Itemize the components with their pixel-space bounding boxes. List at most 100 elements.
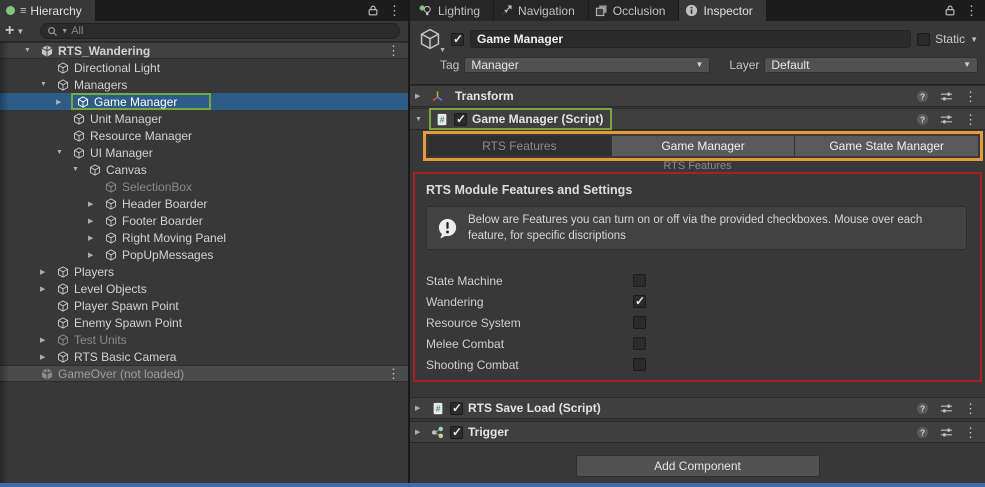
tab-lighting[interactable]: Lighting — [410, 0, 495, 21]
feature-label: Wandering — [426, 294, 484, 309]
hierarchy-row[interactable]: ▶ Test Units — [0, 331, 408, 348]
hierarchy-search[interactable]: ▼ — [40, 23, 400, 39]
component-transform[interactable]: ▶ Transform ? ⋮ — [410, 85, 985, 107]
expand-arrow-icon[interactable]: ▶ — [88, 200, 103, 208]
expand-arrow-icon[interactable]: ▶ — [88, 251, 103, 259]
expand-arrow-icon[interactable]: ▶ — [88, 234, 103, 242]
kebab-menu-icon[interactable]: ⋮ — [965, 4, 978, 17]
feature-checkbox[interactable] — [633, 316, 646, 329]
chevron-down-icon: ▼ — [695, 60, 704, 69]
hierarchy-row[interactable]: ▶ Level Objects — [0, 280, 408, 297]
chevron-down-icon: ▼ — [963, 60, 971, 69]
static-checkbox[interactable] — [917, 32, 931, 46]
kebab-menu-icon[interactable]: ⋮ — [964, 402, 977, 415]
help-icon[interactable]: ? — [916, 426, 929, 439]
hierarchy-row[interactable]: Resource Manager — [0, 127, 408, 144]
expand-arrow-icon[interactable]: ▶ — [415, 428, 429, 436]
section-title: RTS Module Features and Settings — [426, 183, 633, 197]
hierarchy-row[interactable]: ▶ PopUpMessages — [0, 246, 408, 263]
kebab-menu-icon[interactable]: ⋮ — [387, 367, 408, 380]
lock-icon[interactable] — [944, 4, 956, 17]
tab-navigation[interactable]: Navigation — [494, 0, 589, 21]
feature-checkbox[interactable] — [633, 274, 646, 287]
tag-dropdown[interactable]: Manager ▼ — [464, 56, 711, 73]
component-game-manager-script[interactable]: ▼ # Game Manager (Script) ? ⋮ — [410, 108, 985, 130]
hierarchy-row[interactable]: ▼ Managers — [0, 76, 408, 93]
hierarchy-row[interactable]: Player Spawn Point — [0, 297, 408, 314]
kebab-menu-icon[interactable]: ⋮ — [964, 426, 977, 439]
feature-checkbox[interactable] — [633, 337, 646, 350]
expand-arrow-icon[interactable]: ▶ — [415, 404, 429, 412]
component-enabled-checkbox[interactable] — [450, 401, 463, 415]
row-content: UI Manager — [71, 144, 153, 161]
inspector-tab-bar: Lighting Navigation Occlusion Inspector … — [410, 0, 985, 21]
create-object-button[interactable]: + ▼ — [5, 23, 24, 39]
row-content: GameOver (not loaded) — [39, 365, 184, 382]
script-tab[interactable]: Game Manager — [611, 136, 796, 156]
help-icon[interactable]: ? — [916, 402, 929, 415]
hierarchy-row[interactable]: ▶ Footer Boarder — [0, 212, 408, 229]
presets-icon[interactable] — [940, 113, 953, 126]
row-content: Game Manager — [71, 93, 212, 110]
expand-arrow-icon[interactable]: ▶ — [40, 268, 55, 276]
component-enabled-checkbox[interactable] — [450, 425, 463, 439]
expand-arrow-icon[interactable]: ▼ — [40, 81, 55, 88]
feature-checkbox[interactable] — [633, 294, 646, 308]
row-content: SelectionBox — [103, 178, 192, 195]
expand-arrow-icon[interactable]: ▼ — [415, 116, 429, 123]
search-input[interactable] — [71, 25, 393, 37]
object-name-input[interactable] — [470, 30, 912, 48]
search-icon — [48, 26, 58, 36]
presets-icon[interactable] — [940, 90, 953, 103]
expand-arrow-icon[interactable]: ▼ — [56, 149, 71, 156]
tab-occlusion[interactable]: Occlusion — [588, 0, 680, 21]
layer-dropdown[interactable]: Default ▼ — [764, 56, 978, 73]
gameobject-icon-button[interactable]: ▼ — [417, 26, 446, 54]
script-tab[interactable]: RTS Features — [428, 136, 612, 156]
expand-arrow-icon[interactable]: ▼ — [72, 166, 87, 173]
kebab-menu-icon[interactable]: ⋮ — [388, 4, 401, 17]
hierarchy-row[interactable]: ▶ RTS Basic Camera — [0, 348, 408, 365]
feature-checkbox[interactable] — [633, 358, 646, 371]
hierarchy-panel: ≡ Hierarchy ⋮ + ▼ ▼ All ▼ RTS_Wandering … — [0, 0, 408, 483]
help-icon[interactable]: ? — [916, 90, 929, 103]
hierarchy-row[interactable]: ▼ Canvas — [0, 161, 408, 178]
kebab-menu-icon[interactable]: ⋮ — [964, 113, 977, 126]
presets-icon[interactable] — [940, 402, 953, 415]
expand-arrow-icon[interactable]: ▶ — [415, 92, 429, 100]
active-checkbox[interactable] — [451, 32, 464, 46]
hierarchy-row[interactable]: ▶ Players — [0, 263, 408, 280]
component-enabled-checkbox[interactable] — [454, 112, 467, 126]
component-rts-save-load[interactable]: ▶ # RTS Save Load (Script) ? ⋮ — [410, 397, 985, 419]
hierarchy-row[interactable]: ▶ Game Manager — [0, 93, 408, 110]
hierarchy-row[interactable]: Enemy Spawn Point — [0, 314, 408, 331]
hierarchy-row[interactable]: SelectionBox — [0, 178, 408, 195]
expand-arrow-icon[interactable]: ▶ — [56, 98, 71, 106]
static-dropdown-icon[interactable]: ▼ — [970, 35, 978, 44]
tab-hierarchy[interactable]: ≡ Hierarchy — [0, 0, 95, 21]
add-component-button[interactable]: Add Component — [575, 455, 820, 477]
hierarchy-row[interactable]: ▶ Header Boarder — [0, 195, 408, 212]
kebab-menu-icon[interactable]: ⋮ — [387, 44, 408, 57]
hierarchy-row[interactable]: Unit Manager — [0, 110, 408, 127]
expand-arrow-icon[interactable]: ▶ — [40, 336, 55, 344]
trigger-icon — [429, 424, 446, 441]
help-icon[interactable]: ? — [916, 113, 929, 126]
presets-icon[interactable] — [940, 426, 953, 439]
expand-arrow-icon[interactable]: ▶ — [40, 285, 55, 293]
expand-arrow-icon[interactable]: ▶ — [40, 353, 55, 361]
object-icon — [103, 230, 119, 245]
hierarchy-row[interactable]: Directional Light — [0, 59, 408, 76]
expand-arrow-icon[interactable]: ▶ — [88, 217, 103, 225]
hierarchy-row[interactable]: ▼ RTS_Wandering ⋮ — [0, 42, 408, 59]
lock-icon[interactable] — [367, 4, 379, 17]
kebab-menu-icon[interactable]: ⋮ — [964, 90, 977, 103]
component-trigger[interactable]: ▶ Trigger ? — [410, 421, 985, 443]
chevron-down-icon: ▼ — [439, 47, 446, 54]
expand-arrow-icon[interactable]: ▼ — [24, 47, 39, 54]
tab-inspector[interactable]: Inspector — [679, 0, 766, 21]
script-tab[interactable]: Game State Manager — [795, 136, 979, 156]
hierarchy-row[interactable]: ▼ UI Manager — [0, 144, 408, 161]
hierarchy-row[interactable]: ▶ Right Moving Panel — [0, 229, 408, 246]
hierarchy-row[interactable]: GameOver (not loaded) ⋮ — [0, 365, 408, 382]
